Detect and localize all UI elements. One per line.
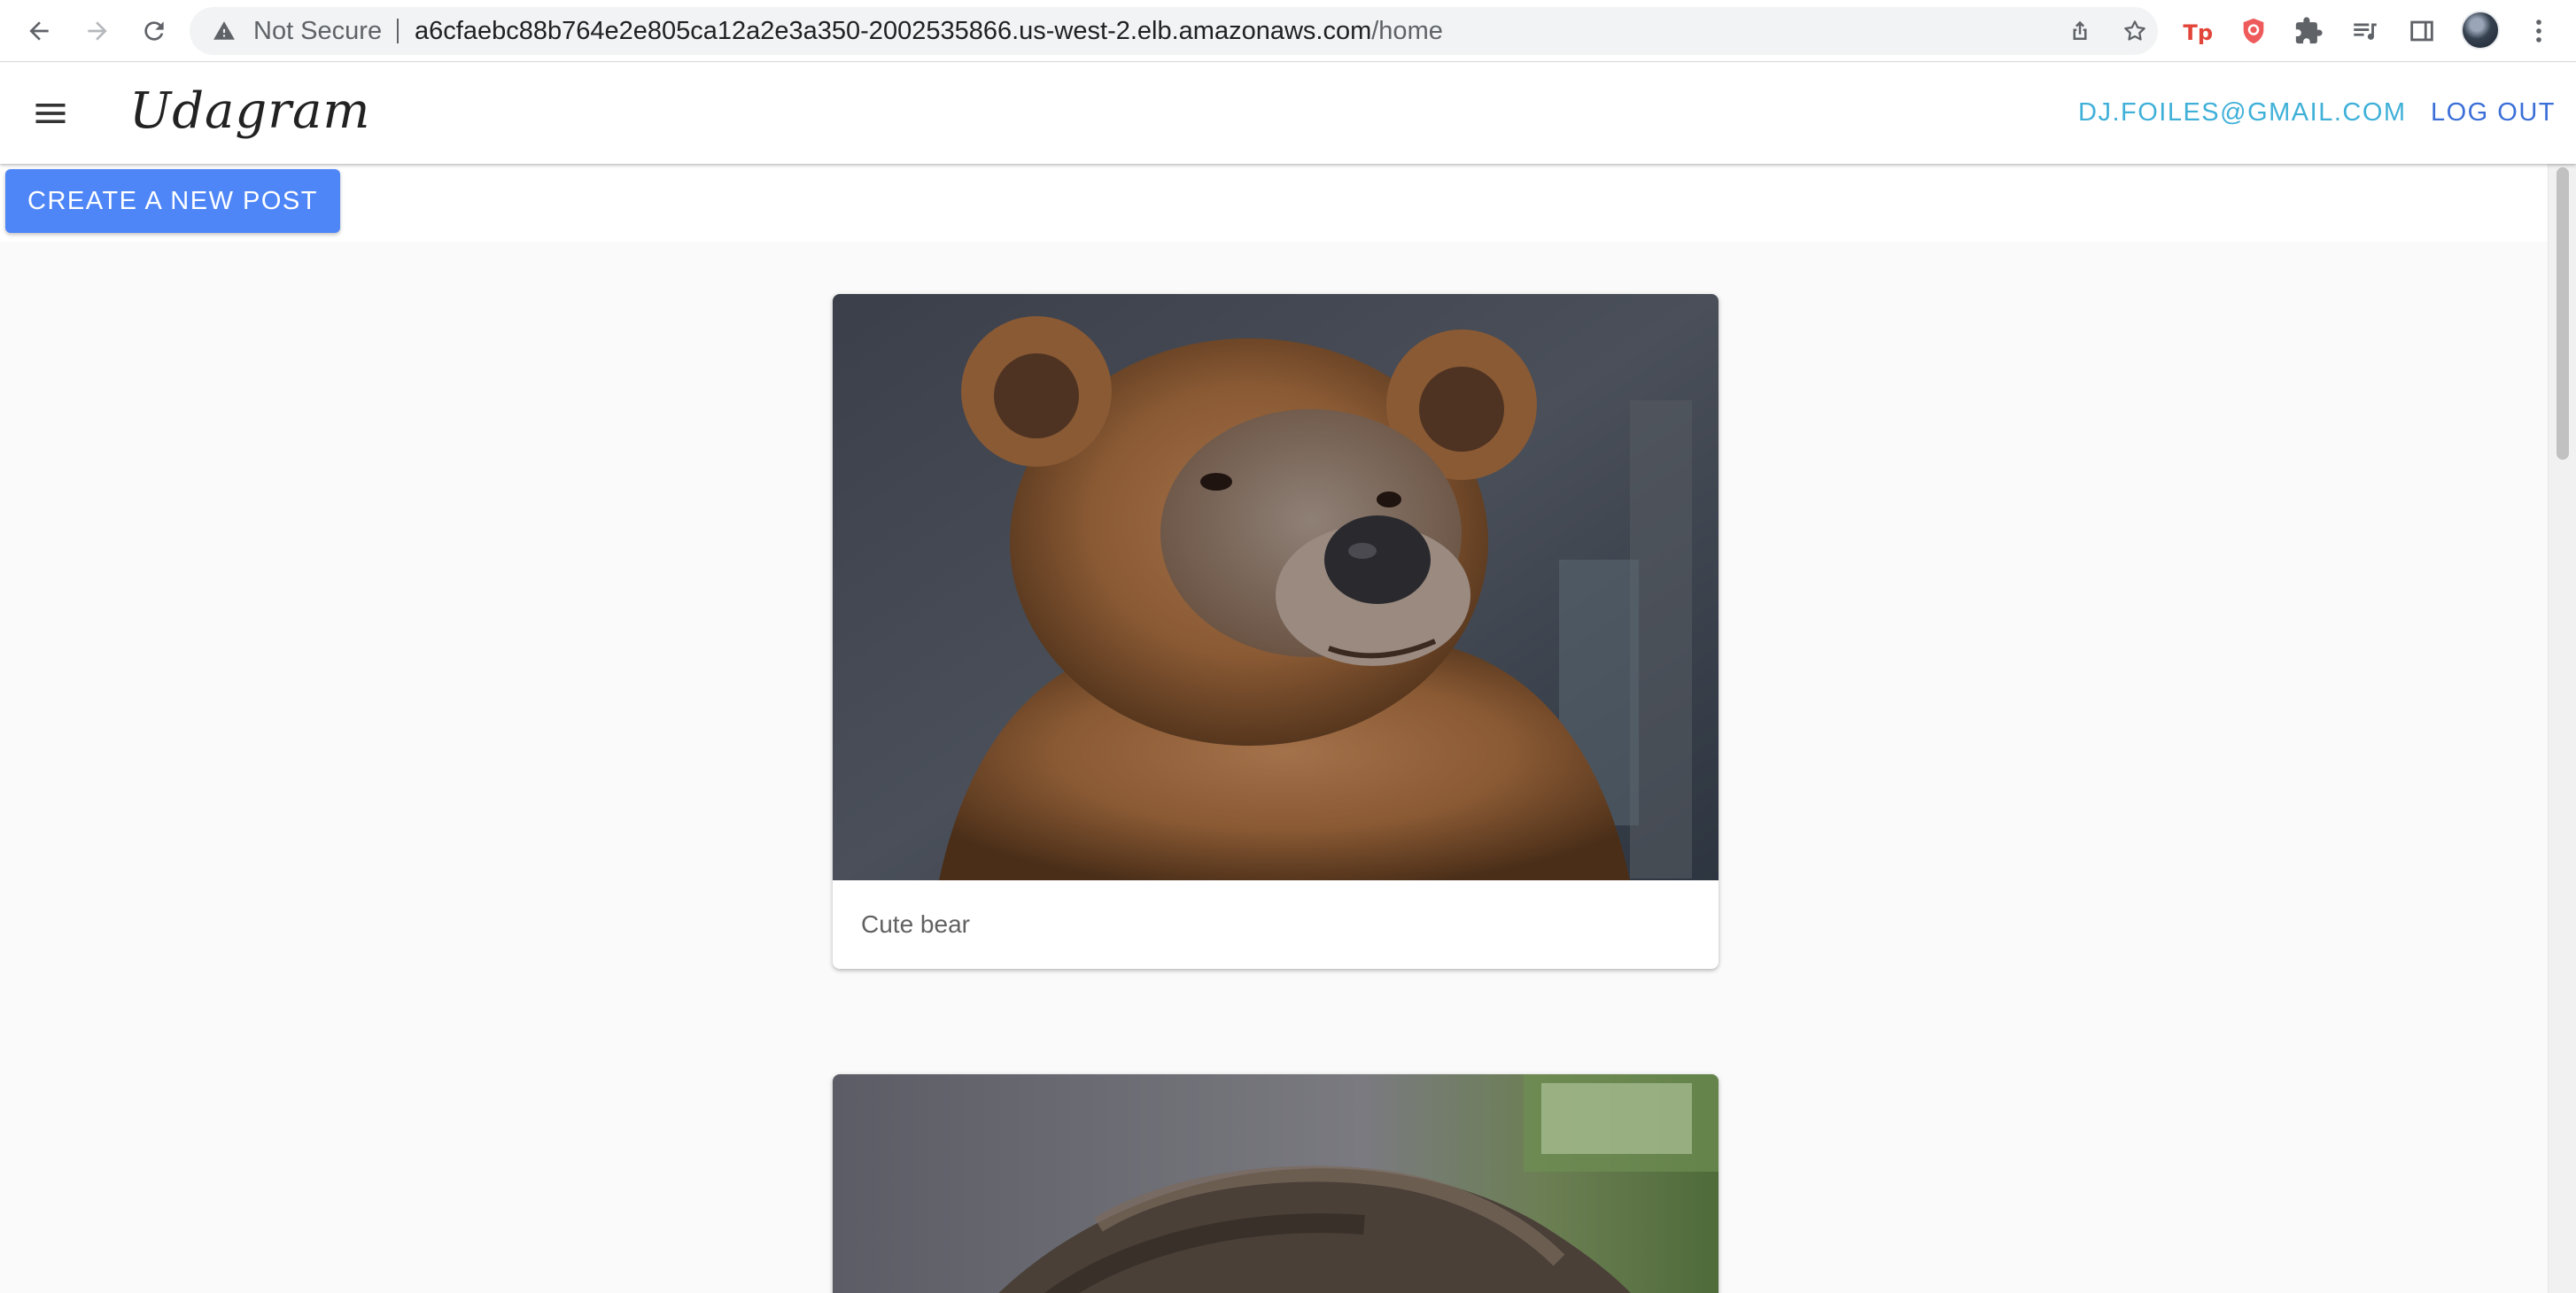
url-path: /home <box>1371 17 1443 45</box>
dog-photo <box>833 1074 1719 1293</box>
more-vert-icon <box>2536 19 2541 43</box>
post-caption: Cute bear <box>861 910 970 938</box>
create-post-button[interactable]: CREATE A NEW POST <box>5 169 340 233</box>
user-email-link[interactable]: DJ.FOILES@GMAIL.COM <box>2078 98 2407 128</box>
svg-text:Tp: Tp <box>2183 20 2212 45</box>
bear-photo <box>833 294 1719 880</box>
side-panel-button[interactable] <box>2406 15 2438 47</box>
side-panel-icon <box>2410 20 2433 42</box>
tp-extension-button[interactable]: Tp <box>2181 15 2213 47</box>
shield-extension-icon <box>2243 18 2264 44</box>
omnibox-divider <box>397 19 399 43</box>
share-button[interactable] <box>2066 17 2094 45</box>
app-header: Udagram DJ.FOILES@GMAIL.COM LOG OUT <box>0 63 2576 164</box>
reload-button[interactable] <box>135 12 174 50</box>
media-queue-icon <box>2354 23 2377 40</box>
browser-toolbar: Not Secure a6cfaebc88b764e2e805ca12a2e3a… <box>0 0 2576 62</box>
scrollbar-thumb[interactable] <box>2557 167 2569 460</box>
hamburger-menu-icon <box>35 104 66 123</box>
page-scrollbar[interactable] <box>2548 164 2576 1293</box>
forward-button[interactable] <box>78 12 117 50</box>
back-icon <box>29 21 49 41</box>
feed-item: Cute bear <box>833 294 1719 969</box>
share-icon <box>2073 20 2087 40</box>
shield-extension-button[interactable] <box>2238 15 2270 47</box>
security-status[interactable]: Not Secure <box>253 7 382 55</box>
feed-item <box>833 1074 1719 1293</box>
profile-avatar[interactable] <box>2461 11 2500 50</box>
menu-button[interactable] <box>27 89 74 137</box>
logout-button[interactable]: LOG OUT <box>2431 98 2556 128</box>
media-queue-button[interactable] <box>2349 15 2381 47</box>
reload-icon <box>144 21 164 41</box>
extensions-button[interactable] <box>2293 15 2324 47</box>
app-brand-title[interactable]: Udagram <box>129 82 371 140</box>
forward-icon <box>88 21 107 41</box>
bookmark-star-icon <box>2124 20 2145 41</box>
feed-page: CREATE A NEW POST Cute bear <box>0 164 2548 1293</box>
actions-bar: CREATE A NEW POST <box>0 164 2548 242</box>
puzzle-extensions-icon <box>2295 17 2323 44</box>
bookmark-button[interactable] <box>2121 17 2149 45</box>
warning-icon <box>213 21 235 40</box>
url-host: a6cfaebc88b764e2e805ca12a2e3a350-2002535… <box>415 17 1372 45</box>
tp-extension-icon: Tp <box>2183 20 2212 45</box>
back-button[interactable] <box>19 12 58 50</box>
url-text[interactable]: a6cfaebc88b764e2e805ca12a2e3a350-2002535… <box>415 7 1443 55</box>
address-bar[interactable]: Not Secure a6cfaebc88b764e2e805ca12a2e3a… <box>190 7 2158 55</box>
browser-menu-button[interactable] <box>2523 15 2555 47</box>
